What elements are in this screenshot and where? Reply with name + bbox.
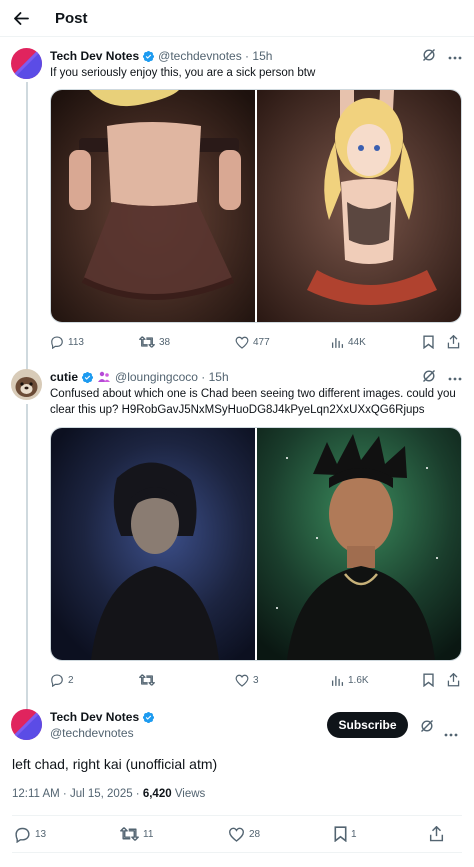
analytics-icon: [331, 675, 344, 686]
more-options-icon[interactable]: [444, 724, 458, 742]
reply-button[interactable]: 113: [50, 335, 139, 349]
post-meta: 12:11 AM · Jul 15, 2025 · 6,420 Views: [12, 788, 462, 800]
share-icon: [447, 673, 460, 687]
repost-count: 38: [159, 336, 171, 348]
timestamp[interactable]: 15h: [252, 49, 272, 63]
bookmark-count: 1: [351, 828, 357, 840]
display-name[interactable]: Tech Dev Notes: [50, 710, 139, 724]
more-options-icon[interactable]: [448, 49, 462, 63]
repost-button[interactable]: 38: [139, 335, 235, 349]
analytics-icon: [331, 337, 344, 348]
media-grid: [50, 89, 462, 323]
separator-dot: ·: [241, 49, 253, 63]
share-icon: [429, 826, 444, 842]
heart-icon: [235, 674, 249, 687]
repost-count: 11: [143, 828, 154, 840]
page-title: Post: [55, 9, 88, 27]
like-button[interactable]: 28: [228, 827, 334, 842]
reply-button[interactable]: 13: [14, 826, 120, 843]
separator-dot: ·: [197, 370, 209, 384]
heart-icon: [235, 336, 249, 349]
divider: [12, 852, 462, 853]
tweet-text: If you seriously enjoy this, you are a s…: [50, 67, 316, 79]
reply-count: 2: [68, 674, 74, 686]
grok-icon[interactable]: [420, 719, 434, 738]
like-button[interactable]: 477: [235, 336, 331, 349]
avatar[interactable]: [11, 709, 42, 740]
tweet-actions: 113 38 477 44K: [50, 334, 462, 350]
display-name[interactable]: Tech Dev Notes: [50, 49, 139, 63]
verified-badge-icon: [142, 50, 155, 63]
post-text: left chad, right kai (unofficial atm): [12, 756, 218, 772]
tweet-header: cutie @loungingcoco · 15h: [50, 369, 462, 385]
media-grid: [50, 427, 462, 661]
views-label: Views: [171, 788, 206, 800]
bookmark-icon: [334, 826, 347, 842]
handle[interactable]: @techdevnotes: [50, 726, 158, 740]
repost-button[interactable]: [139, 673, 235, 687]
timestamp[interactable]: 15h: [209, 370, 229, 384]
handle[interactable]: @loungingcoco: [115, 370, 198, 384]
reply-icon: [51, 674, 63, 687]
emoji-people-icon: [97, 371, 111, 383]
views-button[interactable]: 1.6K: [331, 674, 423, 687]
like-count: 477: [253, 336, 270, 348]
repost-icon: [120, 827, 139, 841]
like-count: 3: [253, 674, 259, 686]
like-button[interactable]: 3: [235, 674, 331, 687]
avatar[interactable]: [11, 369, 42, 400]
reply-count: 13: [35, 828, 47, 840]
bookmark-button[interactable]: [423, 335, 447, 349]
avatar[interactable]: [11, 48, 42, 79]
post-actions: 13 11 28 1: [0, 816, 474, 852]
main-post: Tech Dev Notes @techdevnotes Subscribe l…: [0, 709, 474, 800]
tweet-loungingcoco[interactable]: cutie @loungingcoco · 15h Confused about…: [0, 369, 474, 688]
author-name-row: Tech Dev Notes: [50, 709, 158, 725]
views-count: 1.6K: [348, 674, 369, 686]
tweet-techdevnotes[interactable]: Tech Dev Notes @techdevnotes · 15h If yo…: [0, 48, 474, 350]
media-image-left[interactable]: [51, 90, 255, 322]
share-button[interactable]: [447, 335, 460, 349]
heart-icon: [228, 827, 245, 842]
views-number: 6,420: [142, 788, 172, 800]
reply-icon: [51, 336, 63, 349]
post-date[interactable]: 12:11 AM · Jul 15, 2025 ·: [12, 788, 143, 800]
bookmark-button[interactable]: 1: [334, 826, 429, 842]
reply-count: 113: [68, 336, 84, 348]
repost-icon: [139, 336, 155, 348]
views-button[interactable]: 44K: [331, 336, 423, 349]
tweet-header: Tech Dev Notes @techdevnotes · 15h: [50, 48, 462, 64]
tweet-text: Confused about which one is Chad been se…: [50, 388, 456, 416]
subscribe-button[interactable]: Subscribe: [327, 712, 408, 738]
back-arrow-icon[interactable]: [12, 9, 30, 27]
verified-badge-icon: [142, 711, 155, 724]
views-count: 44K: [348, 336, 366, 348]
more-options-icon[interactable]: [448, 370, 462, 384]
like-count: 28: [249, 828, 261, 840]
tweet-actions: 2 3 1.6K: [50, 672, 462, 688]
bookmark-button[interactable]: [423, 673, 447, 687]
handle[interactable]: @techdevnotes: [158, 49, 242, 63]
bookmark-icon: [423, 673, 434, 687]
reply-button[interactable]: 2: [50, 673, 139, 687]
share-icon: [447, 335, 460, 349]
display-name[interactable]: cutie: [50, 370, 78, 384]
media-image-right[interactable]: [257, 428, 461, 660]
share-button[interactable]: [447, 673, 460, 687]
media-image-left[interactable]: [51, 428, 255, 660]
grok-icon[interactable]: [422, 48, 436, 65]
share-button[interactable]: [429, 826, 444, 842]
repost-button[interactable]: 11: [120, 826, 228, 842]
repost-icon: [139, 674, 155, 686]
grok-icon[interactable]: [422, 369, 436, 386]
bookmark-icon: [423, 335, 434, 349]
top-bar: Post: [0, 0, 474, 37]
media-image-right[interactable]: [257, 90, 461, 322]
verified-badge-icon: [81, 371, 94, 384]
reply-icon: [15, 827, 30, 843]
